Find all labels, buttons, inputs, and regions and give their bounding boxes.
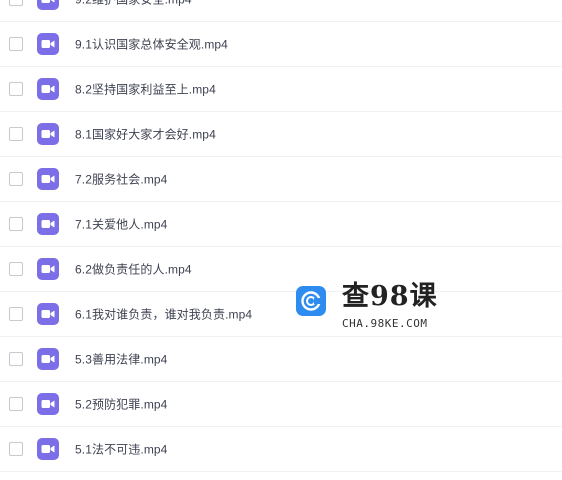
- file-checkbox[interactable]: [9, 262, 23, 276]
- file-checkbox[interactable]: [9, 442, 23, 456]
- watermark-title: 查98课: [342, 281, 438, 312]
- video-camera-icon: [37, 258, 59, 280]
- file-checkbox[interactable]: [9, 397, 23, 411]
- file-checkbox[interactable]: [9, 307, 23, 321]
- file-name[interactable]: 6.1我对谁负责，谁对我负责.mp4: [75, 306, 252, 323]
- file-checkbox[interactable]: [9, 0, 23, 6]
- watermark: 查98课 CHA.98KE.COM: [296, 282, 446, 332]
- video-camera-icon: [37, 0, 59, 10]
- video-camera-icon: [37, 213, 59, 235]
- file-row[interactable]: 5.2预防犯罪.mp4: [0, 382, 562, 427]
- video-camera-icon: [37, 33, 59, 55]
- file-checkbox[interactable]: [9, 82, 23, 96]
- file-name[interactable]: 9.2维护国家安全.mp4: [75, 0, 192, 8]
- file-list: 9.2维护国家安全.mp4 9.1认识国家总体安全观.mp4 8.2坚持国家利益至上…: [0, 0, 562, 472]
- file-row[interactable]: 6.1我对谁负责，谁对我负责.mp4: [0, 292, 562, 337]
- file-row[interactable]: 7.2服务社会.mp4: [0, 157, 562, 202]
- video-camera-icon: [37, 168, 59, 190]
- video-camera-icon: [37, 438, 59, 460]
- cha98ke-logo-icon: [296, 286, 326, 316]
- file-name[interactable]: 7.2服务社会.mp4: [75, 171, 167, 188]
- file-name[interactable]: 6.2做负责任的人.mp4: [75, 261, 192, 278]
- video-camera-icon: [37, 348, 59, 370]
- file-name[interactable]: 5.1法不可违.mp4: [75, 441, 167, 458]
- file-checkbox[interactable]: [9, 352, 23, 366]
- file-row[interactable]: 9.1认识国家总体安全观.mp4: [0, 22, 562, 67]
- video-camera-icon: [37, 78, 59, 100]
- file-name[interactable]: 8.2坚持国家利益至上.mp4: [75, 81, 216, 98]
- file-name[interactable]: 7.1关爱他人.mp4: [75, 216, 167, 233]
- file-checkbox[interactable]: [9, 172, 23, 186]
- file-row[interactable]: 7.1关爱他人.mp4: [0, 202, 562, 247]
- file-row[interactable]: 5.3善用法律.mp4: [0, 337, 562, 382]
- video-camera-icon: [37, 303, 59, 325]
- file-row[interactable]: 8.1国家好大家才会好.mp4: [0, 112, 562, 157]
- file-name[interactable]: 9.1认识国家总体安全观.mp4: [75, 36, 228, 53]
- file-row[interactable]: 9.2维护国家安全.mp4: [0, 0, 562, 22]
- file-row[interactable]: 8.2坚持国家利益至上.mp4: [0, 67, 562, 112]
- file-checkbox[interactable]: [9, 127, 23, 141]
- file-name[interactable]: 5.2预防犯罪.mp4: [75, 396, 167, 413]
- watermark-domain: CHA.98KE.COM: [342, 317, 428, 330]
- file-row[interactable]: 5.1法不可违.mp4: [0, 427, 562, 472]
- video-camera-icon: [37, 393, 59, 415]
- file-row[interactable]: 6.2做负责任的人.mp4: [0, 247, 562, 292]
- file-name[interactable]: 8.1国家好大家才会好.mp4: [75, 126, 216, 143]
- video-camera-icon: [37, 123, 59, 145]
- file-checkbox[interactable]: [9, 217, 23, 231]
- file-name[interactable]: 5.3善用法律.mp4: [75, 351, 167, 368]
- file-checkbox[interactable]: [9, 37, 23, 51]
